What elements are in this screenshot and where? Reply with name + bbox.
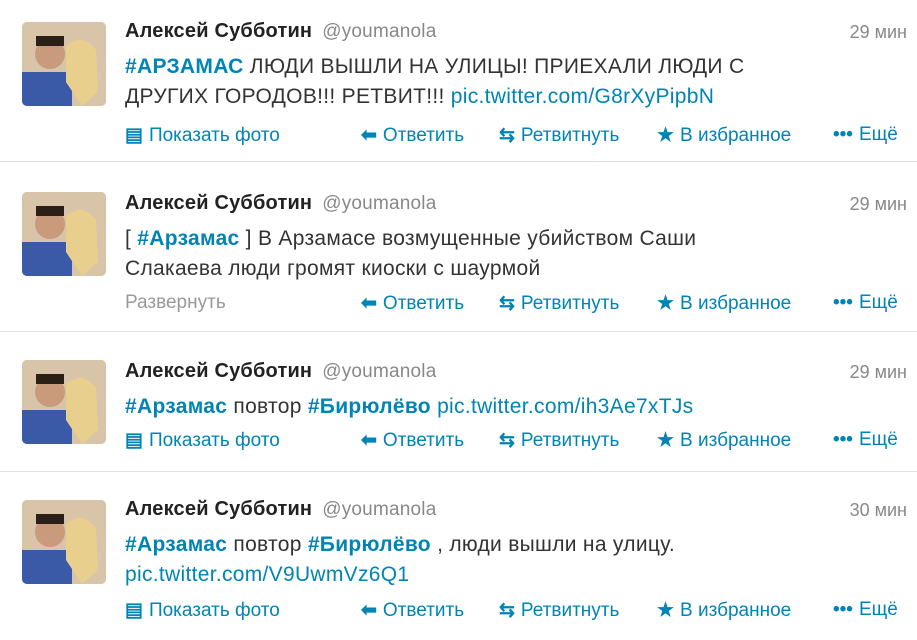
hashtag[interactable]: #АРЗАМАС [125,55,244,78]
reply-button[interactable]: ⬅ Ответить [361,292,464,315]
reply-button[interactable]: ⬅ Ответить [361,429,464,452]
star-icon: ★ [657,430,675,451]
timestamp[interactable]: 30 мин [850,500,907,521]
show-photo-button[interactable]: ▤ Показать фото [125,599,280,622]
author-handle[interactable]: @youmanola [322,21,436,42]
hashtag[interactable]: #Арзамас [125,533,227,556]
tweet: Алексей Субботин @youmanola 29 мин #Арзам… [0,332,917,472]
retweet-button[interactable]: ⇆ Ретвитнуть [499,599,619,622]
reply-arrow-icon: ⬅ [361,125,377,146]
favorite-button[interactable]: ★ В избранное [657,429,791,452]
photo-icon: ▤ [125,430,143,451]
retweet-icon: ⇆ [499,600,515,621]
photo-icon: ▤ [125,125,143,146]
author-name[interactable]: Алексей Субботин @youmanola [125,360,436,383]
hashtag[interactable]: #Арзамас [137,227,239,250]
show-photo-button[interactable]: ▤ Показать фото [125,429,280,452]
more-button[interactable]: ••• Ещё [833,429,898,451]
retweet-button[interactable]: ⇆ Ретвитнуть [499,124,619,147]
photo-link[interactable]: pic.twitter.com/G8rXyPipbN [451,85,714,108]
favorite-button[interactable]: ★ В избранное [657,292,791,315]
avatar[interactable] [22,360,106,444]
ellipsis-icon: ••• [833,292,853,313]
more-button[interactable]: ••• Ещё [833,124,898,146]
author-handle[interactable]: @youmanola [322,361,436,382]
avatar[interactable] [22,500,106,584]
author-name[interactable]: Алексей Субботин @youmanola [125,192,436,215]
reply-button[interactable]: ⬅ Ответить [361,124,464,147]
reply-arrow-icon: ⬅ [361,600,377,621]
photo-icon: ▤ [125,600,143,621]
author-name[interactable]: Алексей Субботин @youmanola [125,20,436,43]
favorite-button[interactable]: ★ В избранное [657,599,791,622]
hashtag[interactable]: #Арзамас [125,395,227,418]
timestamp[interactable]: 29 мин [850,194,907,215]
retweet-icon: ⇆ [499,430,515,451]
tweet-text: #Арзамас повтор #Бирюлёво , люди вышли н… [125,533,676,586]
tweet: Алексей Субботин @youmanola 29 мин #АРЗАМ… [0,0,917,162]
timestamp[interactable]: 29 мин [850,22,907,43]
author-name[interactable]: Алексей Субботин @youmanola [125,498,436,521]
star-icon: ★ [657,600,675,621]
tweet: Алексей Субботин @youmanola 30 мин #Арзам… [0,472,917,640]
retweet-icon: ⇆ [499,125,515,146]
hashtag[interactable]: #Бирюлёво [308,533,431,556]
ellipsis-icon: ••• [833,124,853,145]
favorite-button[interactable]: ★ В избранное [657,124,791,147]
hashtag[interactable]: #Бирюлёво [308,395,431,418]
tweet: Алексей Субботин @youmanola 29 мин [ #Арз… [0,162,917,332]
more-button[interactable]: ••• Ещё [833,292,898,314]
avatar[interactable] [22,22,106,106]
show-photo-button[interactable]: ▤ Показать фото [125,124,280,147]
ellipsis-icon: ••• [833,599,853,620]
reply-button[interactable]: ⬅ Ответить [361,599,464,622]
retweet-icon: ⇆ [499,293,515,314]
star-icon: ★ [657,293,675,314]
author-handle[interactable]: @youmanola [322,499,436,520]
avatar[interactable] [22,192,106,276]
tweet-text: #АРЗАМАС ЛЮДИ ВЫШЛИ НА УЛИЦЫ! ПРИЕХАЛИ Л… [125,55,745,108]
star-icon: ★ [657,125,675,146]
photo-link[interactable]: pic.twitter.com/V9UwmVz6Q1 [125,563,409,586]
tweet-text: [ #Арзамас ] В Арзамасе возмущенные убий… [125,227,697,280]
reply-arrow-icon: ⬅ [361,293,377,314]
timestamp[interactable]: 29 мин [850,362,907,383]
photo-link[interactable]: pic.twitter.com/ih3Ae7xTJs [431,395,694,418]
expand-button[interactable]: Развернуть [125,292,226,314]
more-button[interactable]: ••• Ещё [833,599,898,621]
retweet-button[interactable]: ⇆ Ретвитнуть [499,292,619,315]
ellipsis-icon: ••• [833,429,853,450]
tweet-text: #Арзамас повтор #Бирюлёво pic.twitter.co… [125,395,694,418]
reply-arrow-icon: ⬅ [361,430,377,451]
author-handle[interactable]: @youmanola [322,193,436,214]
retweet-button[interactable]: ⇆ Ретвитнуть [499,429,619,452]
